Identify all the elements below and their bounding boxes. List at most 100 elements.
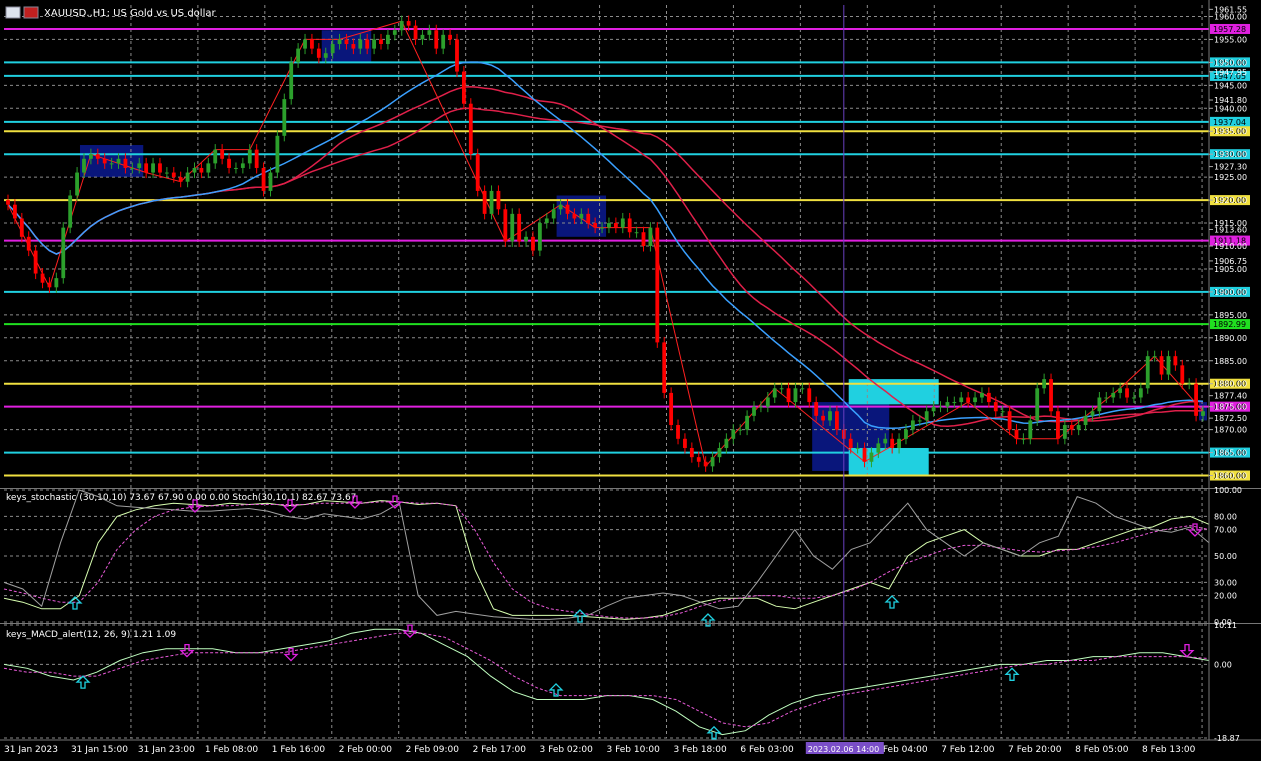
chart-svg[interactable]: 1957.281950.001947.051937.041935.001930.… bbox=[0, 0, 1261, 757]
candle-body bbox=[1145, 356, 1150, 389]
candle-body bbox=[261, 167, 266, 191]
level-price-label: 1957.28 bbox=[1213, 25, 1246, 34]
level-price-label: 1892.99 bbox=[1213, 320, 1246, 329]
candle-body bbox=[386, 34, 390, 45]
candle-body bbox=[254, 149, 259, 168]
candle-body bbox=[1049, 379, 1053, 412]
time-axis-label: 1 Feb 08:00 bbox=[205, 745, 259, 755]
trading-chart[interactable]: 1957.28 1950.00 1947.05 1937.04 1935.00 1930.… bbox=[0, 0, 1261, 757]
candle-body bbox=[1042, 379, 1047, 389]
flag-icon bbox=[23, 6, 39, 19]
candle-body bbox=[199, 167, 204, 173]
candle-body bbox=[496, 190, 501, 210]
candle-body bbox=[1173, 356, 1178, 366]
stoch-axis-label: 100.00 bbox=[1214, 486, 1242, 495]
candle-body bbox=[869, 452, 874, 462]
candle-body bbox=[1007, 411, 1012, 430]
candle-body bbox=[724, 438, 729, 448]
candle-body bbox=[365, 39, 370, 49]
price-axis-label: 1870.00 bbox=[1214, 426, 1247, 435]
candle-body bbox=[1201, 411, 1205, 416]
candle-body bbox=[1166, 356, 1171, 375]
candle-body bbox=[109, 163, 114, 165]
price-axis-label: 1865.00 bbox=[1214, 449, 1247, 458]
candle-body bbox=[420, 34, 425, 40]
candle-body bbox=[910, 420, 915, 430]
time-axis-label: 3 Feb 02:00 bbox=[540, 745, 594, 755]
candle-body bbox=[185, 172, 190, 182]
time-axis-label: 31 Jan 15:00 bbox=[71, 745, 128, 755]
macd-title: keys_MACD_alert(12, 26, 9) 1.21 1.09 bbox=[6, 630, 176, 640]
candle-body bbox=[275, 135, 280, 173]
candle-body bbox=[752, 406, 756, 416]
candle-body bbox=[1159, 356, 1164, 375]
candle-body bbox=[904, 429, 908, 439]
candle-body bbox=[47, 282, 52, 288]
candle-body bbox=[821, 415, 825, 421]
candle-body bbox=[240, 163, 245, 168]
candle-body bbox=[607, 223, 611, 228]
price-axis-label: 1877.40 bbox=[1214, 392, 1247, 401]
candle-body bbox=[828, 411, 832, 421]
candle-body bbox=[641, 232, 646, 246]
candle-body bbox=[517, 213, 522, 242]
candle-body bbox=[1083, 415, 1088, 426]
candle-body bbox=[61, 227, 66, 279]
candle-body bbox=[883, 438, 888, 444]
candle-body bbox=[1028, 420, 1033, 439]
candle-body bbox=[537, 223, 542, 251]
chart-background bbox=[0, 0, 1261, 757]
candle-body bbox=[931, 406, 936, 412]
price-axis-label: 1860.00 bbox=[1214, 472, 1247, 481]
candle-body bbox=[986, 392, 991, 403]
candle-body bbox=[524, 236, 528, 242]
candle-body bbox=[973, 397, 977, 403]
candle-body bbox=[1125, 388, 1129, 398]
time-axis-label: 7 Feb 20:00 bbox=[1008, 745, 1062, 755]
stoch-axis-label: 80.00 bbox=[1214, 512, 1237, 521]
price-axis-label: 1960.00 bbox=[1214, 12, 1247, 21]
candle-body bbox=[358, 39, 363, 49]
candle-body bbox=[917, 420, 922, 422]
candle-body bbox=[1035, 388, 1040, 421]
candle-body bbox=[475, 154, 480, 191]
candle-body bbox=[88, 154, 93, 159]
candle-body bbox=[372, 39, 377, 49]
candle-body bbox=[1152, 356, 1157, 358]
chart-menu-icon[interactable] bbox=[5, 6, 21, 19]
candle-body bbox=[455, 39, 459, 72]
candle-body bbox=[1062, 425, 1067, 439]
candle-body bbox=[40, 273, 45, 283]
time-axis-label: 8 Feb 05:00 bbox=[1075, 745, 1129, 755]
price-axis-label: 1900.00 bbox=[1214, 288, 1247, 297]
candle-body bbox=[634, 232, 639, 234]
stoch-axis-label: 50.00 bbox=[1214, 552, 1237, 561]
candle-body bbox=[434, 30, 439, 49]
candle-body bbox=[710, 457, 715, 467]
candle-body bbox=[461, 71, 466, 104]
price-axis-label: 1927.30 bbox=[1214, 163, 1247, 172]
candle-body bbox=[1111, 392, 1116, 398]
candle-body bbox=[323, 53, 328, 58]
candle-body bbox=[468, 103, 473, 155]
candle-body bbox=[282, 99, 287, 136]
candle-body bbox=[855, 447, 860, 449]
candle-body bbox=[82, 158, 86, 173]
price-axis-label: 1925.00 bbox=[1214, 173, 1247, 182]
candle-body bbox=[1118, 388, 1123, 393]
candle-body bbox=[551, 209, 556, 219]
candle-body bbox=[938, 406, 943, 408]
price-axis-label: 1905.00 bbox=[1214, 265, 1247, 274]
candle-body bbox=[234, 167, 238, 169]
time-axis-label: 7 Feb 12:00 bbox=[941, 745, 995, 755]
candle-body bbox=[1069, 425, 1074, 430]
price-axis-label: 1950.00 bbox=[1214, 58, 1247, 67]
stoch-axis-label: 70.00 bbox=[1214, 526, 1237, 535]
candle-body bbox=[814, 402, 819, 416]
candle-body bbox=[772, 388, 777, 398]
candle-body bbox=[137, 163, 142, 168]
candle-body bbox=[130, 167, 135, 169]
candle-body bbox=[441, 34, 446, 49]
candle-body bbox=[6, 200, 10, 205]
candle-body bbox=[399, 21, 404, 31]
